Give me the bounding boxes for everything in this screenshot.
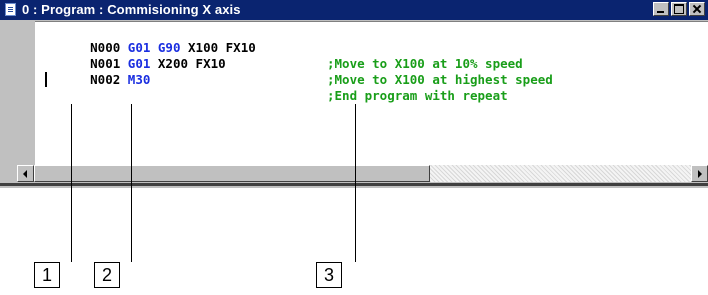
callout-label: 3 (316, 262, 342, 288)
scroll-left-icon[interactable] (17, 165, 34, 182)
mcode-token: M30 (127, 72, 151, 87)
title-bar[interactable]: 0 : Program : Commisioning X axis (0, 0, 708, 20)
code-line: N000 G01 G90 X100 FX10 ;Move to X100 at … (45, 24, 523, 71)
maximize-button[interactable] (671, 2, 687, 16)
callout-label: 2 (94, 262, 120, 288)
axis-token: X200 (157, 56, 189, 71)
editor-gutter (0, 21, 35, 165)
scroll-track-remaining[interactable] (430, 165, 691, 182)
callout-leader-line (71, 104, 72, 262)
program-editor[interactable]: N000 G01 G90 X100 FX10 ;Move to X100 at … (35, 21, 708, 165)
scroll-right-icon[interactable] (691, 165, 708, 182)
code-line: N001 G01 X200 FX10 ;Move to X100 at high… (45, 40, 553, 87)
callout-leader-line (131, 104, 132, 262)
scroll-thumb[interactable] (34, 165, 430, 182)
code-line: N002 M30 ;End program with repeat (45, 56, 507, 103)
block-number: N002 (90, 72, 121, 87)
document-icon (5, 3, 16, 16)
window-title: 0 : Program : Commisioning X axis (22, 2, 241, 17)
feed-token: FX10 (225, 40, 256, 55)
code-comment: ;Move to X100 at highest speed (327, 72, 553, 87)
code-comment: ;End program with repeat (327, 88, 508, 103)
text-caret (45, 72, 47, 87)
code-comment: ;Move to X100 at 10% speed (327, 56, 523, 71)
close-button[interactable] (689, 2, 705, 16)
callout-leader-line (355, 104, 356, 262)
feed-token: FX10 (195, 56, 226, 71)
window-bottom-border (0, 183, 708, 186)
program-window: 0 : Program : Commisioning X axis N000 G… (0, 0, 708, 188)
callout-label: 1 (34, 262, 60, 288)
minimize-button[interactable] (653, 2, 669, 16)
horizontal-scrollbar[interactable] (0, 165, 708, 183)
